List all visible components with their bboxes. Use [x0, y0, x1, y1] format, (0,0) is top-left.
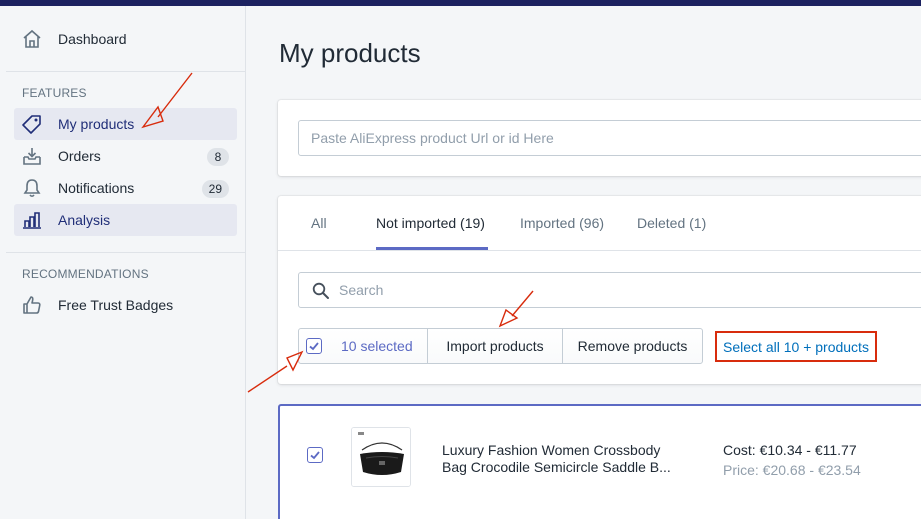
select-all-products-label: Select all 10 + products: [723, 338, 869, 355]
import-products-label: Import products: [446, 338, 544, 354]
product-cost: Cost: €10.34 - €11.77: [723, 442, 857, 458]
tag-icon: [22, 114, 42, 134]
product-price: Price: €20.68 - €23.54: [723, 462, 861, 478]
select-all-checkbox[interactable]: [306, 338, 322, 354]
thumbs-up-icon: [22, 295, 42, 315]
sidebar-item-label: Free Trust Badges: [58, 297, 174, 313]
tab-imported[interactable]: Imported (96): [520, 215, 604, 231]
product-title[interactable]: Luxury Fashion Women Crossbody Bag Croco…: [442, 442, 682, 476]
bar-chart-icon: [22, 210, 42, 230]
search-field[interactable]: [298, 272, 921, 308]
sidebar: [0, 6, 246, 519]
sidebar-divider: [6, 252, 246, 253]
bell-icon: [22, 178, 42, 198]
crossbody-bag-image: [352, 428, 410, 486]
import-products-button[interactable]: Import products: [427, 328, 563, 364]
page-title: My products: [279, 38, 421, 68]
sidebar-item-dashboard[interactable]: Dashboard: [14, 23, 237, 55]
select-all-products-link[interactable]: Select all 10 + products: [715, 331, 877, 362]
sidebar-item-label: My products: [58, 116, 135, 132]
tabs-divider: [278, 250, 921, 251]
sidebar-item-orders[interactable]: Orders 8: [14, 140, 237, 172]
product-checkbox[interactable]: [307, 447, 323, 463]
tab-all[interactable]: All: [311, 215, 327, 231]
aliexpress-url-field[interactable]: [298, 120, 921, 156]
aliexpress-url-input[interactable]: [311, 121, 921, 155]
sidebar-divider: [6, 71, 246, 72]
notifications-count-badge: 29: [201, 180, 229, 198]
orders-count-badge: 8: [207, 148, 229, 166]
search-input[interactable]: [339, 273, 921, 307]
selected-count-label: 10 selected: [341, 338, 413, 354]
sidebar-item-free-trust-badges[interactable]: Free Trust Badges: [14, 289, 237, 321]
remove-products-button[interactable]: Remove products: [562, 328, 703, 364]
tab-deleted[interactable]: Deleted (1): [637, 215, 706, 231]
sidebar-item-notifications[interactable]: Notifications 29: [14, 172, 237, 204]
checkmark-icon: [309, 342, 319, 351]
search-icon: [312, 282, 330, 303]
sidebar-item-label: Orders: [58, 148, 101, 164]
inbox-download-icon: [22, 146, 42, 166]
recommendations-section-title: RECOMMENDATIONS: [22, 267, 149, 281]
sidebar-item-label: Notifications: [58, 180, 135, 196]
remove-products-label: Remove products: [577, 338, 688, 354]
home-icon: [22, 29, 42, 49]
sidebar-item-my-products[interactable]: My products: [14, 108, 237, 140]
features-section-title: FEATURES: [22, 86, 87, 100]
checkmark-icon: [310, 451, 320, 460]
sidebar-item-analysis[interactable]: Analysis: [14, 204, 237, 236]
tab-not-imported[interactable]: Not imported (19): [376, 215, 485, 231]
sidebar-item-label: Dashboard: [58, 31, 127, 47]
sidebar-item-label: Analysis: [58, 212, 111, 228]
product-thumbnail[interactable]: [351, 427, 411, 487]
